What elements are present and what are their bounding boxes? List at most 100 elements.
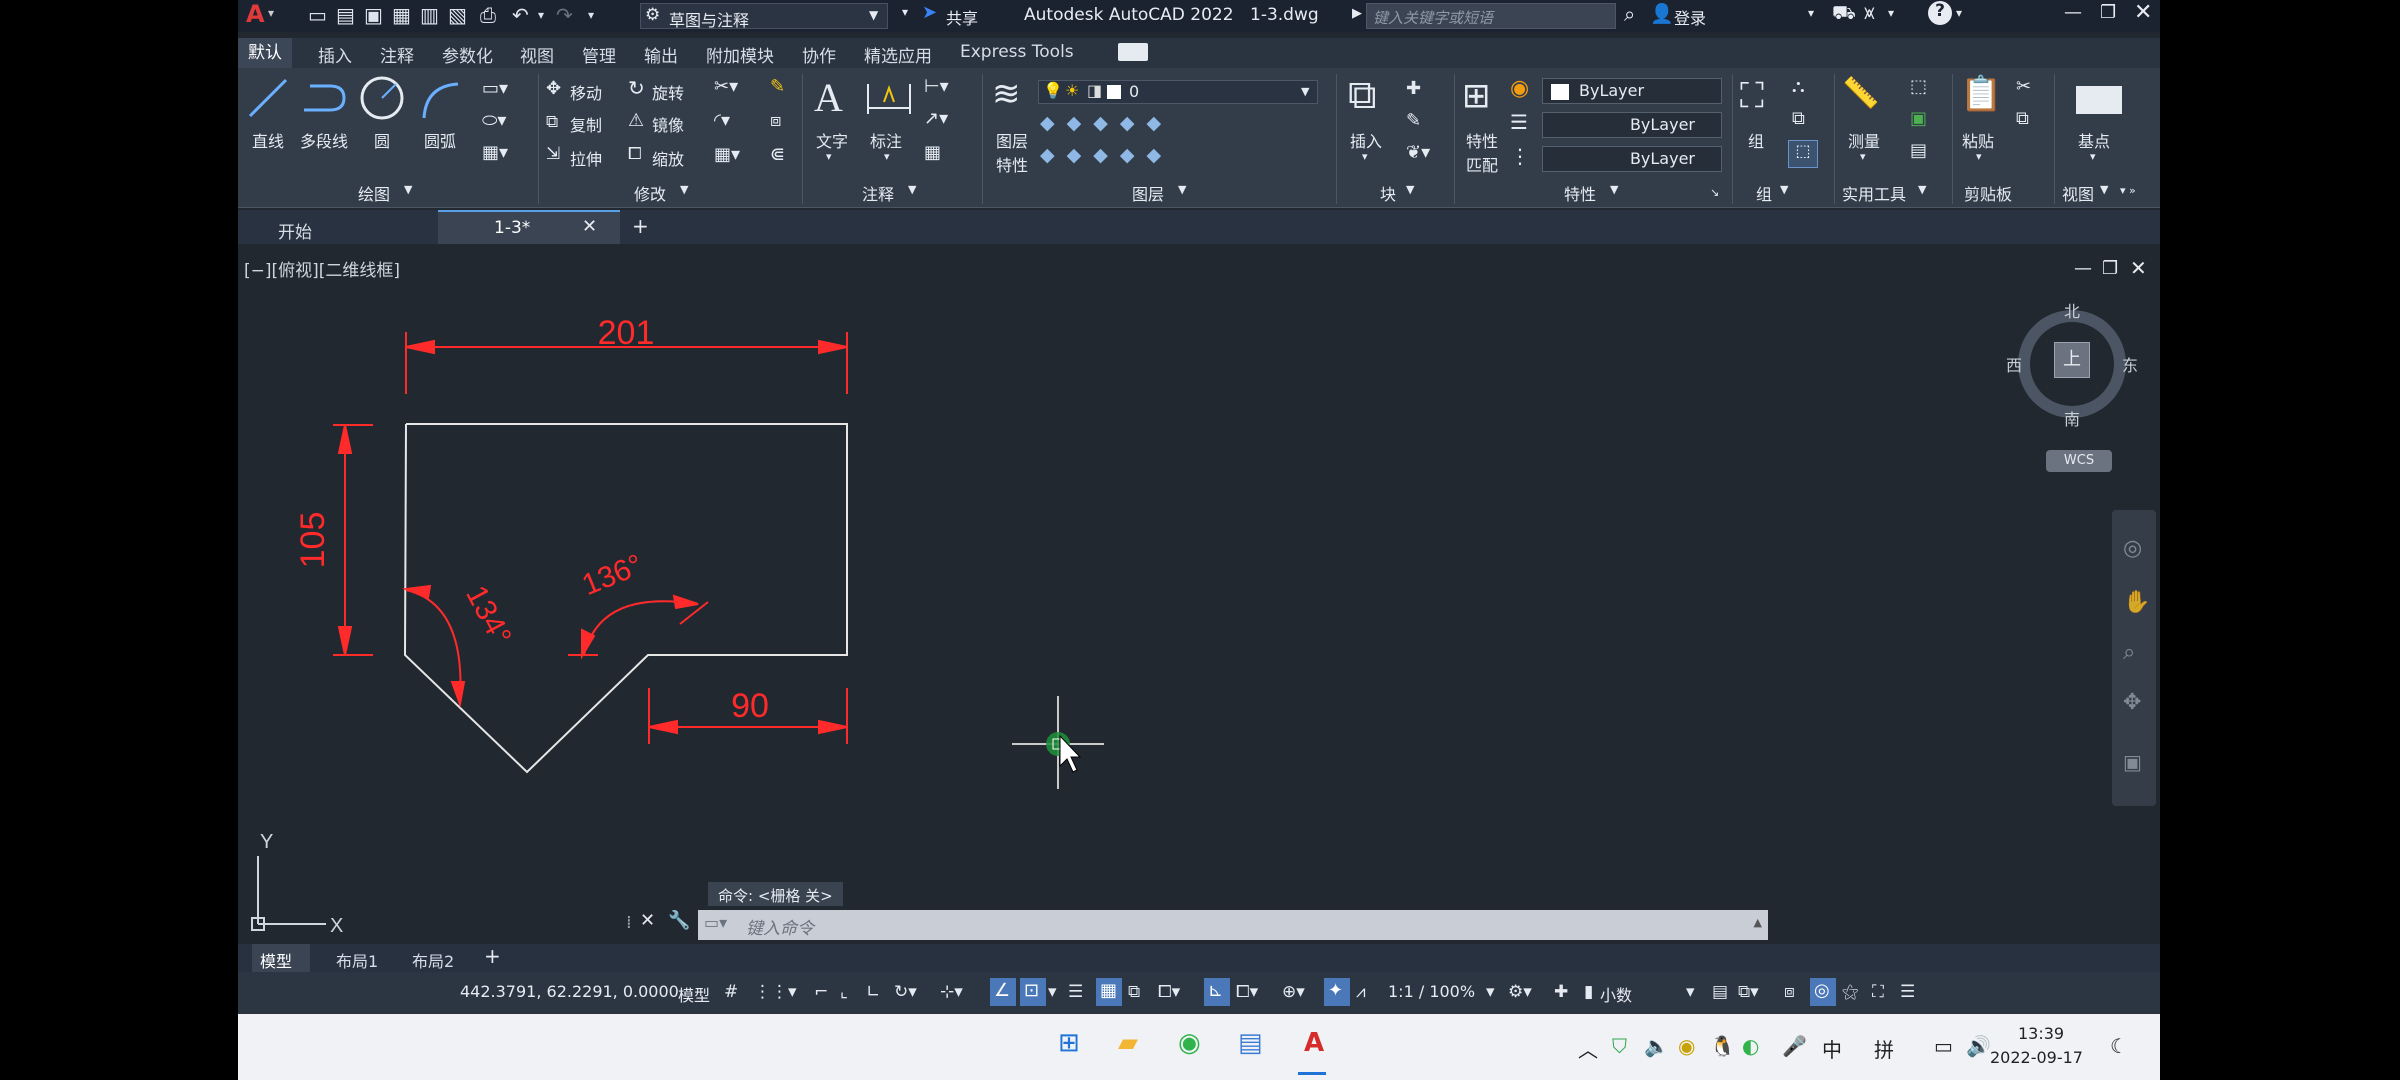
angle-136-graphics[interactable] [568,594,709,660]
tab-output[interactable]: 输出 [644,42,678,67]
measure-ruler-icon[interactable]: 📏 [1842,76,1879,111]
calculator-icon[interactable]: ▤ [1910,140,1927,161]
clipboard-group-label[interactable]: 剪贴板 [1964,181,2012,205]
redo-icon[interactable]: ↷ [556,3,573,27]
tab-model[interactable]: 模型 [252,944,310,972]
pan-hand-icon[interactable]: ✋ [2123,590,2150,615]
ortho-icon[interactable]: ∟ [866,982,880,1002]
array-3d-icon[interactable]: ⧈ [770,110,781,131]
dimension-dropdown-icon[interactable]: ▾ [884,150,890,163]
clean-screen-icon[interactable]: ⚝ [1842,982,1859,1002]
lineweight-toggle-icon[interactable]: ☰ [1068,982,1083,1002]
dim-90-text[interactable]: 90 [731,687,769,725]
erase-icon[interactable]: ✎ [770,76,785,97]
insert-dropdown-icon[interactable]: ▾ [1362,150,1368,163]
annotation-scale[interactable]: 1:1 / 100% [1388,982,1475,1001]
app-menu-chevron-icon[interactable]: ▾ [268,6,274,20]
annotation-visibility-toggle[interactable]: ✦ [1324,978,1350,1006]
tab-annotate[interactable]: 注释 [380,42,414,67]
quick-access-customize-icon[interactable]: ▾ [902,5,908,19]
ribbon-overflow-icon[interactable]: ▾ » [2120,184,2136,197]
login-dropdown-icon[interactable]: ▾ [1808,6,1814,20]
layer-tools-row-2[interactable]: ◆◆◆◆◆ [1040,144,1173,166]
paste-button[interactable]: 粘贴 [1962,128,1994,152]
selection-cycling-icon[interactable]: ⧉ [1128,982,1140,1002]
3d-object-snap-icon[interactable]: ⧠▾ [1158,982,1180,1002]
grid-icon[interactable]: # [724,982,738,1002]
layer-properties-icon[interactable]: ≋ [992,74,1021,114]
tab-drawing-active[interactable]: 1-3* ✕ [438,210,620,244]
wcs-menu[interactable]: WCS [2046,450,2112,472]
help-dropdown-icon[interactable]: ▾ [1956,6,1962,20]
tab-insert[interactable]: 插入 [318,42,352,67]
rotate-button[interactable]: 旋转 [652,80,684,104]
group-edit-icon[interactable]: ⧉ [1792,108,1805,129]
tab-addins[interactable]: 附加模块 [706,42,774,67]
circle-button[interactable]: 圆 [374,128,390,152]
dim-201-text[interactable]: 201 [598,314,655,352]
workspace-switch-gear-icon[interactable]: ⚙▾ [1508,982,1532,1002]
open-folder-icon[interactable]: ▤ [336,3,355,27]
properties-group-label[interactable]: 特性 [1564,181,1596,205]
command-grip-icon[interactable]: ⁞ [626,912,632,933]
select-all-icon[interactable]: ▣ [1910,108,1927,129]
autocad-logo-icon[interactable]: A [246,0,265,28]
dynamic-ucs-toggle[interactable]: ⊾ [1204,978,1230,1006]
groups-group-label[interactable]: 组 [1756,181,1772,205]
close-tab-icon[interactable]: ✕ [582,216,597,237]
scale-button[interactable]: 缩放 [652,146,684,170]
group-icon[interactable]: ⛶ [1740,76,1764,116]
clock-time[interactable]: 13:39 [2018,1024,2064,1043]
tab-view[interactable]: 视图 [520,42,554,67]
angle-134-text[interactable]: 134° [459,580,517,650]
autodesk-app-icon[interactable]: ⩙ [1864,2,1875,24]
viewcube-face-top[interactable]: 上 [2054,342,2090,378]
ribbon-toggle-dropdown-icon[interactable]: ▾ [1142,46,1148,59]
help-search-input[interactable]: 键入关键字或短语 [1366,3,1616,29]
annotation-group-label[interactable]: 注释 [862,181,894,205]
match-props-label[interactable]: 特性 [1466,128,1498,152]
units-selector[interactable]: 小数 [1600,982,1632,1006]
copy-clip-icon[interactable]: ⧉ [2016,108,2029,129]
coordinates-readout[interactable]: 442.3791, 62.2291, 0.0000 [460,982,679,1001]
compass-south[interactable]: 南 [2064,406,2080,430]
tab-featured-apps[interactable]: 精选应用 [864,42,932,67]
undo-dropdown-icon[interactable]: ▾ [538,8,544,22]
tab-parametric[interactable]: 参数化 [442,42,493,67]
text-button[interactable]: 文字 [816,128,848,152]
arc-icon[interactable] [418,78,464,122]
volume-icon[interactable]: 🔊 [1966,1034,1991,1058]
match-properties-icon[interactable]: ⊞ [1462,76,1491,116]
color-wheel-icon[interactable]: ◉ [1510,76,1529,101]
tab-express-tools[interactable]: Express Tools [960,42,1074,62]
ime-mode-indicator[interactable]: 拼 [1874,1034,1894,1063]
selection-filter-icon[interactable]: ⧠▾ [1236,982,1258,1002]
properties-dialog-launcher-icon[interactable]: ↘ [1710,186,1719,199]
minimize-icon[interactable]: — [2064,2,2082,23]
security-shield-icon[interactable]: ⛉ [1612,1034,1627,1058]
share-button[interactable]: 共享 [946,5,978,29]
save-to-web-icon[interactable]: ▧ [448,3,467,27]
modify-group-label[interactable]: 修改 [634,181,666,205]
windows-start-icon[interactable]: ⊞ [1058,1028,1080,1058]
match-props-label-2[interactable]: 匹配 [1466,152,1498,176]
layer-tools-row-1[interactable]: ◆◆◆◆◆ [1040,112,1173,134]
paste-clipboard-icon[interactable]: 📋 [1960,74,2002,114]
close-icon[interactable]: ✕ [2134,0,2152,25]
modify-group-dropdown-icon[interactable]: ▼ [680,183,688,196]
layer-props-label[interactable]: 图层 [996,128,1028,152]
draw-group-dropdown-icon[interactable]: ▼ [404,183,412,196]
polar-tracking-icon[interactable]: ↻▾ [894,982,917,1002]
move-button[interactable]: 移动 [570,80,602,104]
new-file-icon[interactable]: ▭ [308,3,327,27]
block-group-label[interactable]: 块 [1380,181,1396,205]
linear-dim-icon[interactable]: ⊢▾ [924,76,949,97]
rectangle-icon[interactable]: ▭▾ [482,78,508,99]
compass-east[interactable]: 东 [2122,352,2138,376]
angle-134-graphics[interactable] [402,584,466,708]
share-icon[interactable]: ➤ [922,2,937,23]
lineweight-dropdown[interactable]: ByLayer [1542,146,1722,172]
user-icon[interactable]: 👤 [1650,2,1674,25]
line-icon[interactable] [246,76,290,120]
undo-icon[interactable]: ↶ [512,3,529,27]
